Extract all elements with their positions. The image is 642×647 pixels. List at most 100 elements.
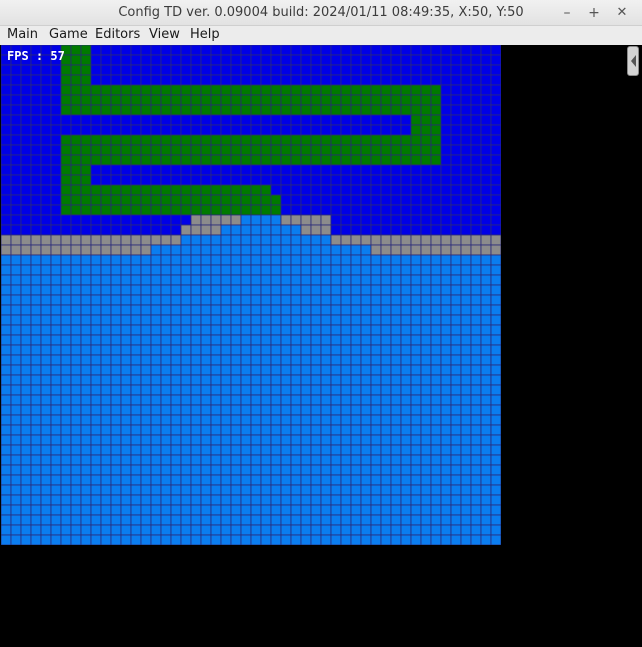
map-tile[interactable] <box>410 424 422 436</box>
map-tile[interactable] <box>200 404 212 416</box>
map-tile[interactable] <box>380 45 392 56</box>
map-tile[interactable] <box>480 84 492 96</box>
map-tile[interactable] <box>160 234 172 246</box>
map-tile[interactable] <box>260 234 272 246</box>
map-tile[interactable] <box>390 234 402 246</box>
map-tile[interactable] <box>410 84 422 96</box>
map-tile[interactable] <box>110 354 122 366</box>
map-tile[interactable] <box>480 434 492 446</box>
map-tile[interactable] <box>190 134 202 146</box>
map-tile[interactable] <box>160 444 172 456</box>
map-tile[interactable] <box>430 434 442 446</box>
map-tile[interactable] <box>30 304 42 316</box>
map-tile[interactable] <box>220 324 232 336</box>
map-tile[interactable] <box>1 104 12 116</box>
map-tile[interactable] <box>410 194 422 206</box>
map-tile[interactable] <box>410 214 422 226</box>
map-tile[interactable] <box>250 304 262 316</box>
map-tile[interactable] <box>470 404 482 416</box>
map-tile[interactable] <box>420 384 432 396</box>
map-tile[interactable] <box>320 164 332 176</box>
map-tile[interactable] <box>230 164 242 176</box>
map-tile[interactable] <box>380 114 392 126</box>
map-tile[interactable] <box>400 454 412 466</box>
map-tile[interactable] <box>410 224 422 236</box>
map-tile[interactable] <box>290 374 302 386</box>
map-tile[interactable] <box>160 294 172 306</box>
map-tile[interactable] <box>130 45 142 56</box>
map-tile[interactable] <box>210 294 222 306</box>
map-tile[interactable] <box>170 384 182 396</box>
map-tile[interactable] <box>310 484 322 496</box>
map-tile[interactable] <box>100 424 112 436</box>
map-tile[interactable] <box>390 254 402 266</box>
map-tile[interactable] <box>300 454 312 466</box>
map-tile[interactable] <box>460 104 472 116</box>
map-tile[interactable] <box>260 74 272 86</box>
map-tile[interactable] <box>330 124 342 136</box>
map-tile[interactable] <box>160 484 172 496</box>
map-tile[interactable] <box>150 294 162 306</box>
map-tile[interactable] <box>360 454 372 466</box>
map-tile[interactable] <box>120 64 132 76</box>
map-tile[interactable] <box>50 374 62 386</box>
map-tile[interactable] <box>480 504 492 516</box>
map-tile[interactable] <box>270 94 282 106</box>
map-tile[interactable] <box>240 264 252 276</box>
map-tile[interactable] <box>380 254 392 266</box>
map-tile[interactable] <box>160 94 172 106</box>
map-tile[interactable] <box>60 494 72 506</box>
map-tile[interactable] <box>40 484 52 496</box>
map-tile[interactable] <box>160 274 172 286</box>
map-tile[interactable] <box>420 194 432 206</box>
map-tile[interactable] <box>360 504 372 516</box>
map-tile[interactable] <box>240 514 252 526</box>
map-tile[interactable] <box>80 174 92 186</box>
map-tile[interactable] <box>1 434 12 446</box>
map-tile[interactable] <box>450 174 462 186</box>
map-tile[interactable] <box>440 264 452 276</box>
map-tile[interactable] <box>410 144 422 156</box>
map-tile[interactable] <box>380 464 392 476</box>
map-tile[interactable] <box>320 514 332 526</box>
map-tile[interactable] <box>430 394 442 406</box>
map-tile[interactable] <box>330 254 342 266</box>
map-tile[interactable] <box>30 104 42 116</box>
map-tile[interactable] <box>170 514 182 526</box>
map-tile[interactable] <box>80 45 92 56</box>
map-tile[interactable] <box>420 264 432 276</box>
close-icon[interactable]: ✕ <box>612 3 632 23</box>
map-tile[interactable] <box>260 354 272 366</box>
map-tile[interactable] <box>430 134 442 146</box>
map-tile[interactable] <box>360 144 372 156</box>
map-tile[interactable] <box>260 404 272 416</box>
map-tile[interactable] <box>250 454 262 466</box>
map-tile[interactable] <box>250 334 262 346</box>
map-tile[interactable] <box>70 484 82 496</box>
map-tile[interactable] <box>430 64 442 76</box>
map-tile[interactable] <box>1 274 12 286</box>
map-tile[interactable] <box>430 384 442 396</box>
map-tile[interactable] <box>480 364 492 376</box>
map-tile[interactable] <box>60 294 72 306</box>
map-tile[interactable] <box>440 274 452 286</box>
map-tile[interactable] <box>150 84 162 96</box>
map-tile[interactable] <box>200 264 212 276</box>
map-tile[interactable] <box>420 124 432 136</box>
map-tile[interactable] <box>490 104 501 116</box>
map-tile[interactable] <box>90 304 102 316</box>
map-tile[interactable] <box>190 454 202 466</box>
map-tile[interactable] <box>390 45 402 56</box>
map-tile[interactable] <box>420 324 432 336</box>
map-tile[interactable] <box>390 54 402 66</box>
map-tile[interactable] <box>270 214 282 226</box>
map-tile[interactable] <box>360 214 372 226</box>
map-tile[interactable] <box>310 354 322 366</box>
map-tile[interactable] <box>260 244 272 256</box>
map-tile[interactable] <box>440 74 452 86</box>
map-tile[interactable] <box>490 144 501 156</box>
map-tile[interactable] <box>50 224 62 236</box>
map-tile[interactable] <box>170 104 182 116</box>
map-tile[interactable] <box>450 384 462 396</box>
map-tile[interactable] <box>220 74 232 86</box>
